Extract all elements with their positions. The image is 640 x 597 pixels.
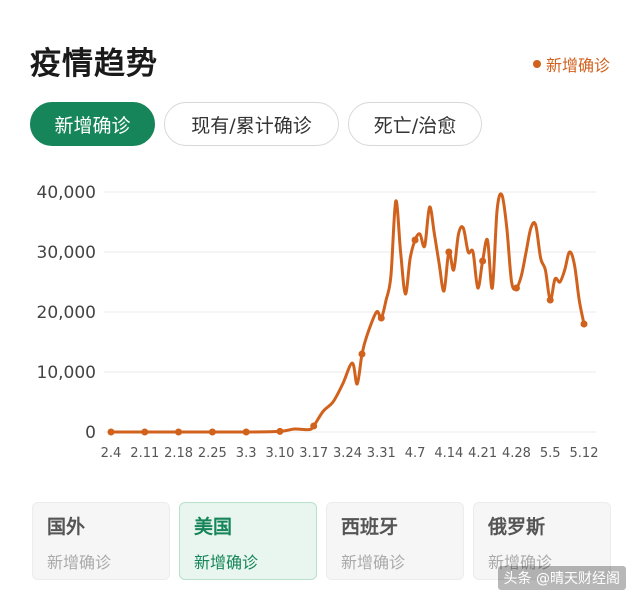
y-tick-label: 0	[85, 423, 96, 443]
x-tick-label: 2.18	[164, 446, 193, 461]
data-point	[479, 257, 487, 265]
x-tick-label: 3.31	[367, 446, 396, 461]
x-tick-label: 4.14	[434, 446, 463, 461]
x-tick-label: 5.5	[540, 446, 561, 461]
x-tick-label: 3.10	[265, 446, 294, 461]
legend-label: 新增确诊	[545, 56, 610, 75]
data-point	[310, 422, 318, 430]
card-sub: 新增确诊	[47, 553, 112, 572]
x-tick-label: 2.11	[130, 446, 159, 461]
y-tick-label: 20,000	[37, 303, 96, 323]
x-tick-label: 2.25	[198, 446, 227, 461]
data-point	[107, 428, 115, 436]
watermark: 头条 @晴天财经阁	[497, 566, 626, 590]
card-name: 国外	[47, 516, 86, 538]
data-point	[546, 296, 554, 304]
data-point	[276, 427, 284, 435]
y-tick-label: 40,000	[37, 183, 96, 203]
card-sub: 新增确诊	[341, 553, 406, 572]
page-title: 疫情趋势	[30, 46, 158, 82]
y-tick-label: 30,000	[37, 243, 96, 263]
country-card-spain[interactable]: 西班牙 新增确诊	[326, 502, 464, 580]
data-point	[208, 428, 216, 436]
x-tick-label: 4.21	[468, 446, 497, 461]
data-point	[242, 428, 250, 436]
metric-tabs: 新增确诊 现有/累计确诊 死亡/治愈	[30, 102, 491, 146]
trend-line-chart: 0 10,000 20,000 30,000 40,000 2.4 2.11 2.18 2.25…	[37, 183, 599, 461]
legend-dot-icon	[532, 60, 541, 68]
data-point	[141, 428, 149, 436]
x-tick-label: 3.3	[236, 446, 257, 461]
chart-legend: 新增确诊	[532, 52, 610, 76]
data-point	[411, 236, 419, 244]
country-card-global[interactable]: 国外 新增确诊	[32, 502, 170, 580]
x-tick-label: 5.12	[570, 446, 599, 461]
x-tick-label: 4.7	[405, 446, 426, 461]
y-tick-label: 10,000	[37, 363, 96, 383]
data-point	[377, 314, 385, 322]
tab-current-cumulative-confirmed[interactable]: 现有/累计确诊	[164, 102, 339, 146]
x-tick-label: 4.28	[502, 446, 531, 461]
tab-deaths-recovered[interactable]: 死亡/治愈	[348, 102, 482, 146]
country-card-usa[interactable]: 美国 新增确诊	[179, 502, 317, 580]
card-name: 美国	[194, 516, 233, 538]
x-tick-label: 2.4	[101, 446, 122, 461]
data-point	[175, 428, 183, 436]
data-point	[445, 248, 453, 256]
x-tick-label: 3.24	[333, 446, 362, 461]
series-line-new-confirmed	[109, 192, 586, 434]
card-name: 俄罗斯	[488, 516, 546, 538]
data-point	[512, 284, 520, 292]
x-tick-label: 3.17	[299, 446, 328, 461]
card-sub: 新增确诊	[194, 553, 259, 572]
tab-new-confirmed[interactable]: 新增确诊	[30, 102, 155, 146]
data-point	[580, 320, 588, 328]
card-name: 西班牙	[341, 516, 399, 538]
data-point	[358, 350, 366, 358]
